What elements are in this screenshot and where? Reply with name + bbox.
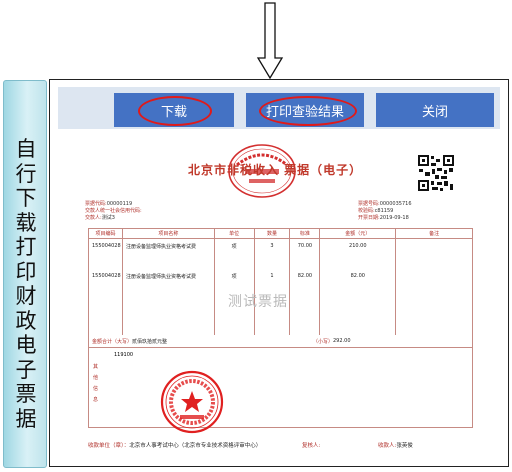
- receipt-left-info: 票据代码:00000119 交款人统一社会信用代码: 交款人:测试3: [85, 201, 142, 222]
- down-arrow-icon: [256, 2, 284, 80]
- payee-unit-value: 北京市人事考试中心（北京市专业技术资格评审中心）: [129, 443, 262, 449]
- print-result-button[interactable]: 打印查验结果: [246, 93, 364, 127]
- total-row: 金额合计（大写）贰佰玖拾贰元整 （小写） 292.00: [88, 334, 473, 348]
- column-header: 备注: [395, 228, 473, 239]
- item-note-cell: [395, 268, 473, 299]
- total-small-value: 292.00: [333, 338, 351, 344]
- item-amount-cell: 82.00: [319, 268, 397, 299]
- close-button[interactable]: 关闭: [376, 93, 494, 127]
- payer-label: 交款人:: [85, 215, 102, 221]
- test-watermark: 测试票据: [228, 294, 288, 310]
- total-small-label: （小写）: [313, 339, 334, 345]
- qr-code-icon: [417, 154, 455, 192]
- item-code-cell: 155004028: [88, 268, 123, 299]
- code-label: 票据代码:: [85, 201, 107, 207]
- check-label: 校验码:: [358, 208, 375, 214]
- receipt-title: 北京市非税收入 票据（电子）: [188, 163, 363, 177]
- receipt-right-info: 票据号码:0000035716 校验码:c81159 开票日期:2019-09-…: [358, 201, 412, 222]
- column-header: 标准: [289, 228, 321, 239]
- code-value: 00000119: [106, 201, 133, 207]
- side-panel-text: 自行下载 打印财政电子票据: [15, 137, 37, 431]
- payee-seal-icon: [160, 370, 224, 434]
- column-header: 金额（元）: [319, 228, 397, 239]
- check-value: c81159: [374, 208, 394, 214]
- column-header: 数量: [253, 228, 291, 239]
- payee-unit-label: 收款单位（章）：: [88, 443, 130, 449]
- item-code-cell: 155004028: [88, 238, 123, 269]
- items-table: 项目编码 项目名称 单位 数量 标准 金额（元） 备注 155004028 注册…: [88, 228, 473, 335]
- reviewer-label: 复核人:: [302, 443, 321, 449]
- column-header: 项目编码: [88, 228, 123, 239]
- item-std-cell: 82.00: [289, 268, 321, 299]
- item-name-cell: 注册设备监理师执业资格考试费: [121, 238, 215, 269]
- item-unit-cell: 项: [213, 238, 255, 269]
- item-name-cell: 注册设备监理师执业资格考试费: [121, 268, 215, 299]
- total-label: 金额合计（大写）: [92, 339, 133, 345]
- number-value: 0000035716: [379, 201, 412, 207]
- receipt-window: 下载 打印查验结果 关闭 北京市非税收入 票据（电子） 票据代码:0000011…: [49, 79, 509, 467]
- column-header: 单位: [213, 228, 255, 239]
- payer-code-label: 交款人统一社会信用代码:: [85, 208, 142, 214]
- item-amount-cell: 210.00: [319, 238, 397, 269]
- column-header: 项目名称: [121, 228, 215, 239]
- download-button[interactable]: 下载: [114, 93, 234, 127]
- remark-label: 其他信息: [93, 364, 99, 403]
- date-label: 开票日期:: [358, 215, 380, 221]
- date-value: 2019-09-18: [379, 215, 409, 221]
- collector-label: 收款人:: [378, 443, 397, 449]
- table-header-row: 项目编码 项目名称 单位 数量 标准 金额（元） 备注: [88, 228, 473, 239]
- remark-code: 119100: [114, 352, 134, 358]
- side-panel: 自行下载 打印财政电子票据: [3, 80, 47, 468]
- remark-area: 119100 其他信息: [88, 348, 473, 428]
- collector-value: 张英俊: [396, 443, 413, 449]
- toolbar: 下载 打印查验结果 关闭: [58, 87, 500, 129]
- table-row: 155004028 注册设备监理师执业资格考试费 项 3 70.00 210.0…: [88, 238, 473, 269]
- item-std-cell: 70.00: [289, 238, 321, 269]
- item-note-cell: [395, 238, 473, 269]
- item-qty-cell: 3: [253, 238, 291, 269]
- number-label: 票据号码:: [358, 201, 380, 207]
- receipt: 北京市非税收入 票据（电子） 票据代码:00000119 交款人统一社会信用代码…: [70, 140, 473, 468]
- total-words: 贰佰玖拾贰元整: [132, 339, 168, 345]
- payer-value: 测试3: [101, 215, 115, 221]
